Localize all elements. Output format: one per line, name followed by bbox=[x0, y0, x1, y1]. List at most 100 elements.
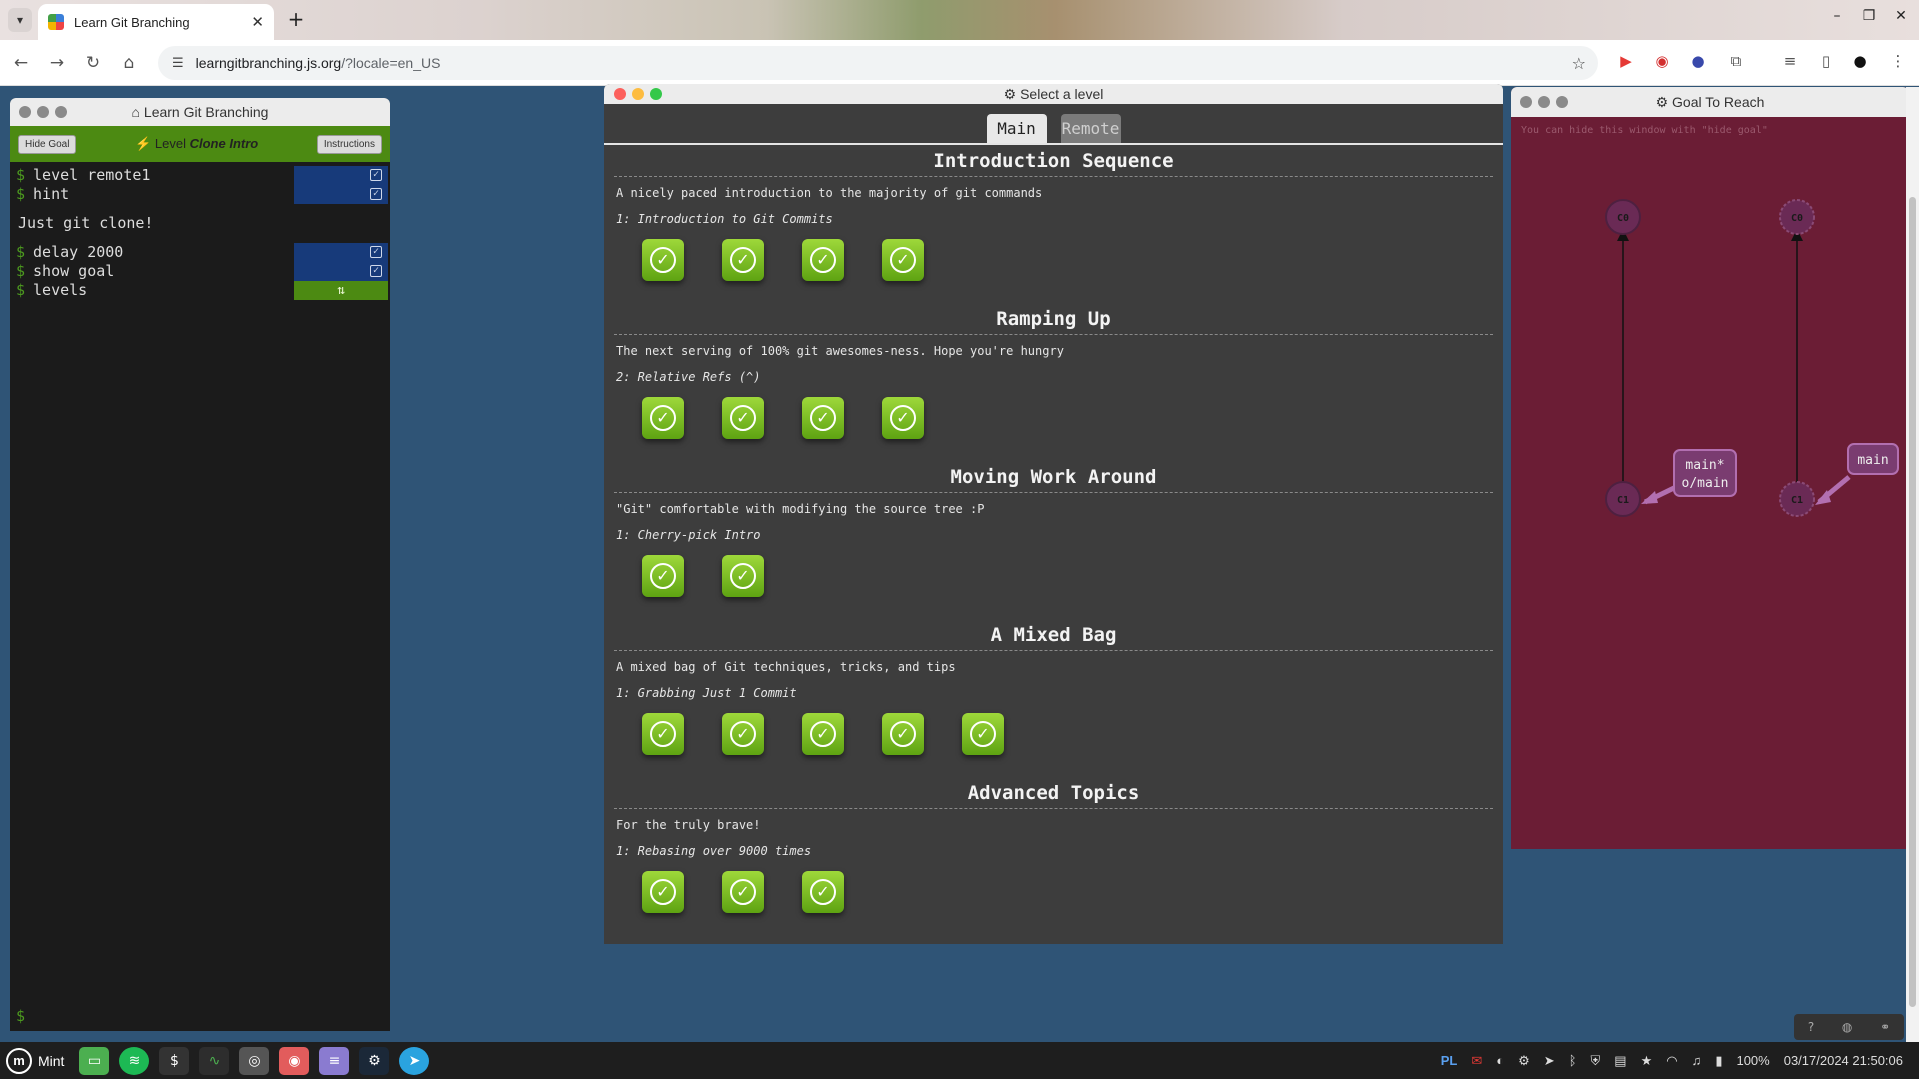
start-menu-button[interactable]: m Mint bbox=[0, 1047, 74, 1074]
link-icon[interactable]: ⚭ bbox=[1880, 1020, 1890, 1034]
games-app-icon[interactable]: ◉ bbox=[279, 1046, 310, 1075]
level-complete-button[interactable]: ✓ bbox=[802, 713, 844, 755]
window-maximize-dot[interactable] bbox=[650, 88, 662, 100]
level-name: Clone Intro bbox=[189, 136, 259, 151]
level-complete-button[interactable]: ✓ bbox=[882, 397, 924, 439]
level-complete-button[interactable]: ✓ bbox=[802, 397, 844, 439]
commit-label: C0 bbox=[1791, 213, 1803, 224]
close-window-button[interactable]: ✕ bbox=[1888, 8, 1914, 24]
forward-arrow-icon[interactable]: → bbox=[46, 52, 68, 74]
level-complete-button[interactable]: ✓ bbox=[722, 713, 764, 755]
level-toolbar: Hide Goal ⚡ Level Clone Intro Instructio… bbox=[10, 126, 390, 162]
window-close-dot[interactable] bbox=[614, 88, 626, 100]
command-prompt[interactable]: $ bbox=[16, 1007, 25, 1025]
level-complete-button[interactable]: ✓ bbox=[722, 555, 764, 597]
terminal-title: Learn Git Branching bbox=[143, 104, 269, 120]
instructions-button[interactable]: Instructions bbox=[316, 134, 382, 154]
level-complete-button[interactable]: ✓ bbox=[642, 555, 684, 597]
clock[interactable]: 03/17/2024 21:50:06 bbox=[1784, 1053, 1903, 1068]
level-section: Ramping Up The next serving of 100% git a… bbox=[604, 303, 1503, 461]
window-minimize-dot[interactable] bbox=[1538, 96, 1550, 108]
checkmark-icon: ✓ bbox=[890, 247, 916, 273]
level-tabs: Main Remote bbox=[604, 104, 1503, 145]
level-complete-button[interactable]: ✓ bbox=[722, 871, 764, 913]
shield-icon[interactable]: ⛨ bbox=[1591, 1053, 1601, 1069]
address-bar[interactable]: ☰ learngitbranching.js.org/?locale=en_US… bbox=[158, 46, 1598, 80]
browser-menu-icon[interactable]: ⋮ bbox=[1888, 51, 1908, 71]
level-icon-row: ✓ ✓ bbox=[614, 545, 1493, 619]
browser-tab-active[interactable]: Learn Git Branching ✕ bbox=[38, 4, 274, 40]
window-close-dot[interactable] bbox=[19, 106, 31, 118]
checkmark-icon: ✓ bbox=[650, 721, 676, 747]
extensions-puzzle-icon[interactable]: ⧉ bbox=[1726, 51, 1746, 71]
level-complete-button[interactable]: ✓ bbox=[802, 871, 844, 913]
chrome-app-icon[interactable]: ◎ bbox=[239, 1046, 270, 1075]
level-icon-row: ✓ ✓ ✓ ✓ bbox=[614, 387, 1493, 461]
command-status-bar: ✓ bbox=[294, 243, 388, 262]
telegram-tray-icon[interactable]: ➤ bbox=[1544, 1053, 1555, 1069]
goal-window: ⚙ Goal To Reach You can hide this window… bbox=[1511, 87, 1909, 849]
level-complete-button[interactable]: ✓ bbox=[882, 713, 924, 755]
battery-icon[interactable]: ▮ bbox=[1715, 1053, 1722, 1069]
translate-extension-icon[interactable]: ● bbox=[1688, 51, 1708, 71]
window-maximize-dot[interactable] bbox=[1556, 96, 1568, 108]
level-complete-button[interactable]: ✓ bbox=[722, 397, 764, 439]
hide-goal-button[interactable]: Hide Goal bbox=[18, 134, 77, 154]
vpn-tray-icon[interactable]: ◐ bbox=[1496, 1053, 1504, 1068]
home-icon[interactable]: ⌂ bbox=[118, 52, 140, 74]
section-title: Moving Work Around bbox=[614, 461, 1493, 493]
notes-app-icon[interactable]: ≡ bbox=[319, 1046, 350, 1075]
profile-avatar-icon[interactable]: ● bbox=[1850, 51, 1870, 71]
bookmark-star-icon[interactable]: ☆ bbox=[1572, 54, 1586, 73]
spotify-app-icon[interactable]: ≋ bbox=[119, 1046, 150, 1075]
side-panel-icon[interactable]: ▯ bbox=[1816, 51, 1836, 71]
tab-remote[interactable]: Remote bbox=[1060, 114, 1121, 143]
level-complete-button[interactable]: ✓ bbox=[962, 713, 1004, 755]
window-minimize-dot[interactable] bbox=[37, 106, 49, 118]
help-icon[interactable]: ? bbox=[1808, 1020, 1814, 1034]
mail-tray-icon[interactable]: ✉ bbox=[1471, 1053, 1482, 1069]
window-close-dot[interactable] bbox=[1520, 96, 1532, 108]
level-complete-button[interactable]: ✓ bbox=[642, 239, 684, 281]
scrollbar-thumb[interactable] bbox=[1909, 197, 1916, 1007]
level-section: Moving Work Around "Git" comfortable with… bbox=[604, 461, 1503, 619]
steam-tray-icon[interactable]: ⚙ bbox=[1518, 1053, 1530, 1069]
system-tray: PL ✉ ◐ ⚙ ➤ ᛒ ⛨ ▤ ★ ◠ ♫ ▮ 100% 03/17/2024… bbox=[1441, 1042, 1903, 1079]
level-complete-button[interactable]: ✓ bbox=[642, 397, 684, 439]
checkmark-icon: ✓ bbox=[650, 405, 676, 431]
star-icon[interactable]: ★ bbox=[1641, 1053, 1653, 1069]
media-control-icon[interactable]: ≡ bbox=[1780, 51, 1800, 71]
level-complete-button[interactable]: ✓ bbox=[642, 871, 684, 913]
window-minimize-dot[interactable] bbox=[632, 88, 644, 100]
back-arrow-icon[interactable]: ← bbox=[10, 52, 32, 74]
reload-icon[interactable]: ↻ bbox=[82, 52, 104, 74]
new-tab-button[interactable]: + bbox=[284, 8, 308, 32]
bluetooth-icon[interactable]: ᛒ bbox=[1569, 1053, 1577, 1068]
level-complete-button[interactable]: ✓ bbox=[882, 239, 924, 281]
youtube-extension-icon[interactable]: ▶ bbox=[1616, 51, 1636, 71]
globe-icon[interactable]: ◍ bbox=[1842, 1020, 1852, 1034]
opera-extension-icon[interactable]: ◉ bbox=[1652, 51, 1672, 71]
window-maximize-dot[interactable] bbox=[55, 106, 67, 118]
close-tab-icon[interactable]: ✕ bbox=[251, 13, 264, 31]
level-complete-button[interactable]: ✓ bbox=[722, 239, 764, 281]
branch-label: main* bbox=[1685, 458, 1724, 473]
files-app-icon[interactable]: ▭ bbox=[79, 1046, 110, 1075]
site-info-icon[interactable]: ☰ bbox=[172, 56, 184, 71]
checkmark-icon: ✓ bbox=[730, 879, 756, 905]
telegram-app-icon[interactable]: ➤ bbox=[399, 1046, 430, 1075]
level-complete-button[interactable]: ✓ bbox=[642, 713, 684, 755]
wifi-icon[interactable]: ◠ bbox=[1666, 1053, 1677, 1069]
steam-app-icon[interactable]: ⚙ bbox=[359, 1046, 390, 1075]
system-monitor-app-icon[interactable]: ∿ bbox=[199, 1046, 230, 1075]
level-complete-button[interactable]: ✓ bbox=[802, 239, 844, 281]
terminal-app-icon[interactable]: $ bbox=[159, 1046, 190, 1075]
page-scrollbar[interactable] bbox=[1906, 87, 1919, 1042]
clipboard-icon[interactable]: ▤ bbox=[1614, 1053, 1626, 1069]
keyboard-layout-indicator[interactable]: PL bbox=[1441, 1053, 1458, 1068]
maximize-window-button[interactable]: ❐ bbox=[1856, 8, 1882, 24]
minimize-window-button[interactable]: – bbox=[1824, 8, 1850, 24]
tab-search-dropdown-icon[interactable]: ▾ bbox=[8, 8, 32, 32]
sound-icon[interactable]: ♫ bbox=[1692, 1053, 1702, 1068]
tab-main[interactable]: Main bbox=[986, 114, 1047, 143]
